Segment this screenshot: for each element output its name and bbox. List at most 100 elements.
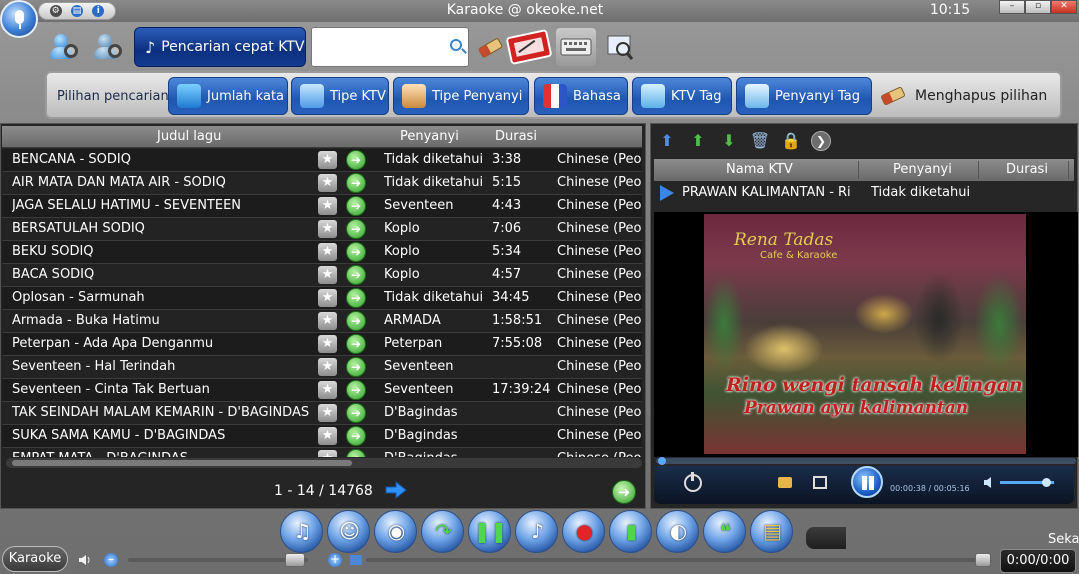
song-row[interactable]: Oplosan - Sarmunah ★ ➜ Tidak diketahui 34:45…	[2, 287, 642, 310]
song-search-button[interactable]: ♫	[280, 510, 323, 553]
pause-button[interactable]	[851, 466, 883, 498]
music-button[interactable]: ♪	[515, 510, 558, 553]
record-disc-button[interactable]: ◉	[374, 510, 417, 553]
column-duration-header[interactable]: Durasi	[495, 129, 537, 144]
zoom-screen-icon[interactable]	[604, 31, 636, 63]
karaoke-button[interactable]: Karaoke	[2, 546, 68, 572]
add-to-playlist-icon[interactable]: ➜	[346, 242, 366, 262]
song-row[interactable]: BEKU SODIQ ★ ➜ Koplo 5:34 Chinese (Peop	[2, 241, 642, 264]
move-up-icon[interactable]: ⬆	[687, 130, 709, 152]
add-to-playlist-icon[interactable]: ➜	[346, 380, 366, 400]
favorite-star-icon[interactable]: ★	[318, 243, 337, 261]
song-row[interactable]: BENCANA - SODIQ ★ ➜ Tidak diketahui 3:38 Chin…	[2, 149, 642, 172]
favorite-star-icon[interactable]: ★	[318, 381, 337, 399]
song-row[interactable]: TAK SEINDAH MALAM KEMARIN - D'BAGINDAS ★ ➜…	[2, 402, 642, 425]
video-volume-knob[interactable]	[1042, 478, 1051, 487]
filter-singer-type-button[interactable]: Tipe Penyanyi	[393, 77, 529, 115]
maximize-button[interactable]: ▫	[1025, 0, 1051, 14]
power-icon[interactable]	[684, 472, 702, 492]
repeat-button[interactable]: ↷	[421, 510, 464, 553]
playlist-name-header[interactable]: Nama KTV	[726, 162, 793, 177]
add-to-playlist-icon[interactable]: ➜	[346, 219, 366, 239]
filter-language-button[interactable]: Bahasa	[534, 77, 628, 115]
search-icon[interactable]	[450, 39, 462, 51]
fullscreen-icon[interactable]	[813, 476, 827, 489]
save-icon[interactable]: ▤	[70, 5, 83, 17]
filter-singer-tag-button[interactable]: Penyanyi Tag	[736, 77, 872, 115]
add-to-playlist-icon[interactable]: ➜	[346, 288, 366, 308]
master-speaker-icon[interactable]	[78, 553, 92, 567]
song-row[interactable]: Peterpan - Ada Apa Denganmu ★ ➜ Peterpan 7:5…	[2, 333, 642, 356]
add-to-playlist-icon[interactable]: ➜	[346, 403, 366, 423]
user-search-icon[interactable]	[48, 30, 82, 64]
position-track[interactable]	[366, 558, 976, 562]
song-row[interactable]: Seventeen - Hal Terindah ★ ➜ Seventeen Chine…	[2, 356, 642, 379]
scrollbar-thumb[interactable]	[12, 460, 352, 466]
speaker-icon[interactable]	[984, 477, 996, 488]
next-page-arrow-icon[interactable]	[384, 480, 408, 500]
column-singer-header[interactable]: Penyanyi	[400, 129, 459, 144]
song-row[interactable]: SUKA SAMA KAMU - D'BAGINDAS ★ ➜ D'Bagindas C…	[2, 425, 642, 448]
search-input[interactable]	[316, 29, 436, 65]
video-player[interactable]: Rena Tadas Cafe & Karaoke Rino wengi tan…	[654, 212, 1078, 457]
close-button[interactable]: ✕	[1051, 0, 1077, 14]
song-row[interactable]: EMPAT MATA - D'BAGINDAS★ ➜ D'Bagindas Chine…	[2, 448, 642, 457]
move-top-icon[interactable]: ⬆	[656, 130, 678, 152]
add-to-playlist-icon[interactable]: ➜	[346, 265, 366, 285]
keyboard-icon[interactable]	[556, 28, 596, 66]
gear-icon[interactable]: ⚙	[49, 5, 62, 17]
song-row[interactable]: AIR MATA DAN MATA AIR - SODIQ ★ ➜ Tidak dik…	[2, 172, 642, 195]
notes-button[interactable]: ▤	[750, 510, 793, 553]
volume-down-button[interactable]: –	[104, 553, 118, 567]
column-title-header[interactable]: Judul lagu	[157, 129, 221, 144]
seek-knob[interactable]	[658, 457, 666, 465]
favorite-star-icon[interactable]: ★	[318, 404, 337, 422]
favorite-star-icon[interactable]: ★	[318, 220, 337, 238]
add-to-playlist-icon[interactable]: ➜	[346, 426, 366, 446]
favorite-star-icon[interactable]: ★	[318, 450, 337, 457]
favorite-star-icon[interactable]: ★	[318, 358, 337, 376]
app-menu-mic-icon[interactable]	[0, 0, 38, 38]
favorite-star-icon[interactable]: ★	[318, 266, 337, 284]
equalizer-mini-icon[interactable]	[350, 555, 362, 565]
filter-ktv-tag-button[interactable]: KTV Tag	[632, 77, 732, 115]
info-icon[interactable]: i	[92, 5, 105, 17]
add-to-playlist-icon[interactable]: ➜	[346, 311, 366, 331]
master-volume-track[interactable]	[128, 558, 308, 562]
clear-filter-button[interactable]: Menghapus pilihan	[879, 79, 1047, 113]
favorite-star-icon[interactable]: ★	[318, 197, 337, 215]
favorite-star-icon[interactable]: ★	[318, 174, 337, 192]
volume-up-button[interactable]: +	[328, 553, 342, 567]
minimize-button[interactable]: –	[999, 0, 1025, 14]
add-all-arrow-icon[interactable]: ➜	[612, 480, 636, 504]
favorite-star-icon[interactable]: ★	[318, 289, 337, 307]
add-to-playlist-icon[interactable]: ➜	[346, 196, 366, 216]
trash-icon[interactable]: 🗑	[749, 130, 771, 152]
lyrics-button[interactable]: ❝	[703, 510, 746, 553]
playlist-duration-header[interactable]: Durasi	[1006, 162, 1048, 177]
singer-search-icon[interactable]	[92, 30, 126, 64]
position-thumb[interactable]	[975, 553, 991, 567]
add-to-playlist-icon[interactable]: ➜	[346, 150, 366, 170]
eraser-icon[interactable]	[474, 31, 506, 63]
chevron-right-icon[interactable]: ❯	[811, 131, 831, 151]
side-tab[interactable]	[806, 527, 846, 549]
filter-word-count-button[interactable]: Jumlah kata	[168, 77, 288, 115]
add-to-playlist-icon[interactable]: ➜	[346, 173, 366, 193]
favorite-star-icon[interactable]: ★	[318, 335, 337, 353]
playlist-row-current[interactable]: PRAWAN KALIMANTAN - Ri Tidak diketahui	[654, 182, 1074, 204]
master-volume-thumb[interactable]	[285, 553, 305, 567]
filter-ktv-type-button[interactable]: Tipe KTV	[291, 77, 389, 115]
payment-card-icon[interactable]	[506, 28, 552, 66]
sound-button[interactable]: ◐	[656, 510, 699, 553]
add-to-playlist-icon[interactable]: ➜	[346, 449, 366, 457]
song-row[interactable]: Seventeen - Cinta Tak Bertuan ★ ➜ Seventeen…	[2, 379, 642, 402]
record-button[interactable]: ●	[562, 510, 605, 553]
singers-button[interactable]: ☺	[327, 510, 370, 553]
move-down-icon[interactable]: ⬇	[718, 130, 740, 152]
quick-search-button[interactable]: ♪ Pencarian cepat KTV	[134, 27, 306, 67]
folder-icon[interactable]	[778, 477, 792, 488]
song-row[interactable]: BERSATULAH SODIQ ★ ➜ Koplo 7:06 Chinese (Peop	[2, 218, 642, 241]
pause-play-button[interactable]: ❚❚	[468, 510, 511, 553]
lock-icon[interactable]: 🔒	[780, 130, 802, 152]
